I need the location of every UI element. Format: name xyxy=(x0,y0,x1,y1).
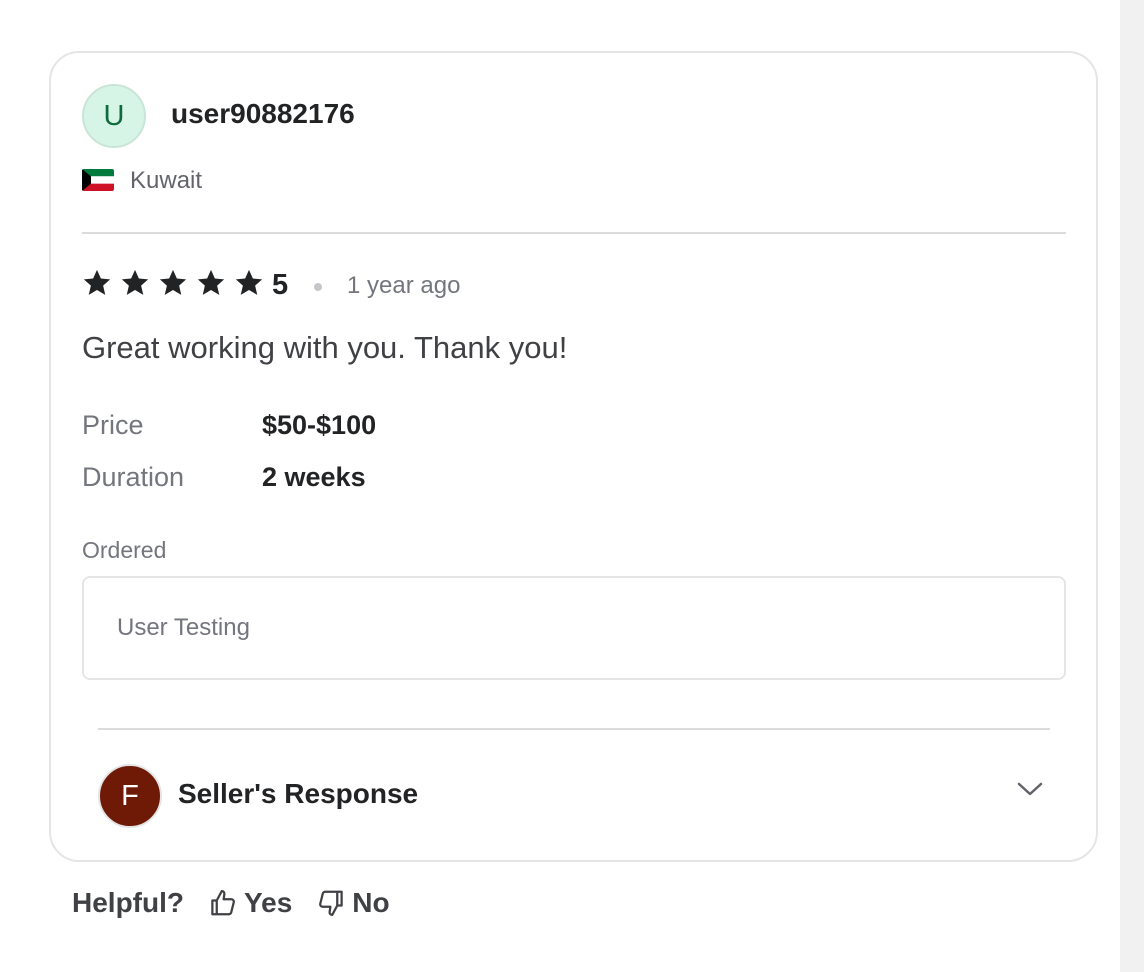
star-icon xyxy=(83,269,111,295)
seller-response-toggle[interactable]: F Seller's Response xyxy=(98,763,1050,828)
helpful-bar: Helpful? Yes No xyxy=(72,884,414,922)
star-rating xyxy=(82,268,272,300)
separator-dot xyxy=(314,283,322,291)
star-icon xyxy=(121,269,149,295)
ordered-item[interactable]: User Testing xyxy=(117,613,250,643)
thumbs-up-icon xyxy=(211,890,235,916)
reviewer-username[interactable]: user90882176 xyxy=(171,97,355,131)
price-value: $50-$100 xyxy=(262,410,377,440)
helpful-question: Helpful? xyxy=(72,887,184,918)
scrollbar-track[interactable] xyxy=(1120,0,1144,972)
helpful-yes-button[interactable]: Yes xyxy=(208,887,292,919)
review-text: Great working with you. Thank you! xyxy=(82,330,568,365)
helpful-no-label: No xyxy=(352,887,390,918)
thumbs-down-icon xyxy=(319,890,344,916)
reviewer-avatar-initial: U xyxy=(103,99,125,132)
star-icon xyxy=(159,269,187,295)
kuwait-flag-icon xyxy=(82,169,114,191)
seller-response-label: Seller's Response xyxy=(178,778,419,809)
ordered-label: Ordered xyxy=(82,537,167,563)
reviewer-avatar[interactable]: U xyxy=(82,84,146,148)
chevron-down-icon[interactable] xyxy=(1016,779,1044,799)
response-divider xyxy=(98,728,1050,730)
duration-label: Duration xyxy=(82,462,185,492)
helpful-yes-label: Yes xyxy=(244,887,293,918)
header-divider xyxy=(82,232,1066,234)
seller-avatar: F xyxy=(98,764,162,828)
helpful-no-button[interactable]: No xyxy=(316,887,390,919)
star-icon xyxy=(197,269,225,295)
duration-value: 2 weeks xyxy=(262,462,366,492)
price-label: Price xyxy=(82,410,144,440)
star-icon xyxy=(235,269,263,295)
review-time: 1 year ago xyxy=(347,272,461,299)
rating-value: 5 xyxy=(272,269,289,301)
seller-avatar-initial: F xyxy=(121,779,139,812)
review-card xyxy=(49,51,1098,862)
reviewer-country: Kuwait xyxy=(130,167,203,194)
